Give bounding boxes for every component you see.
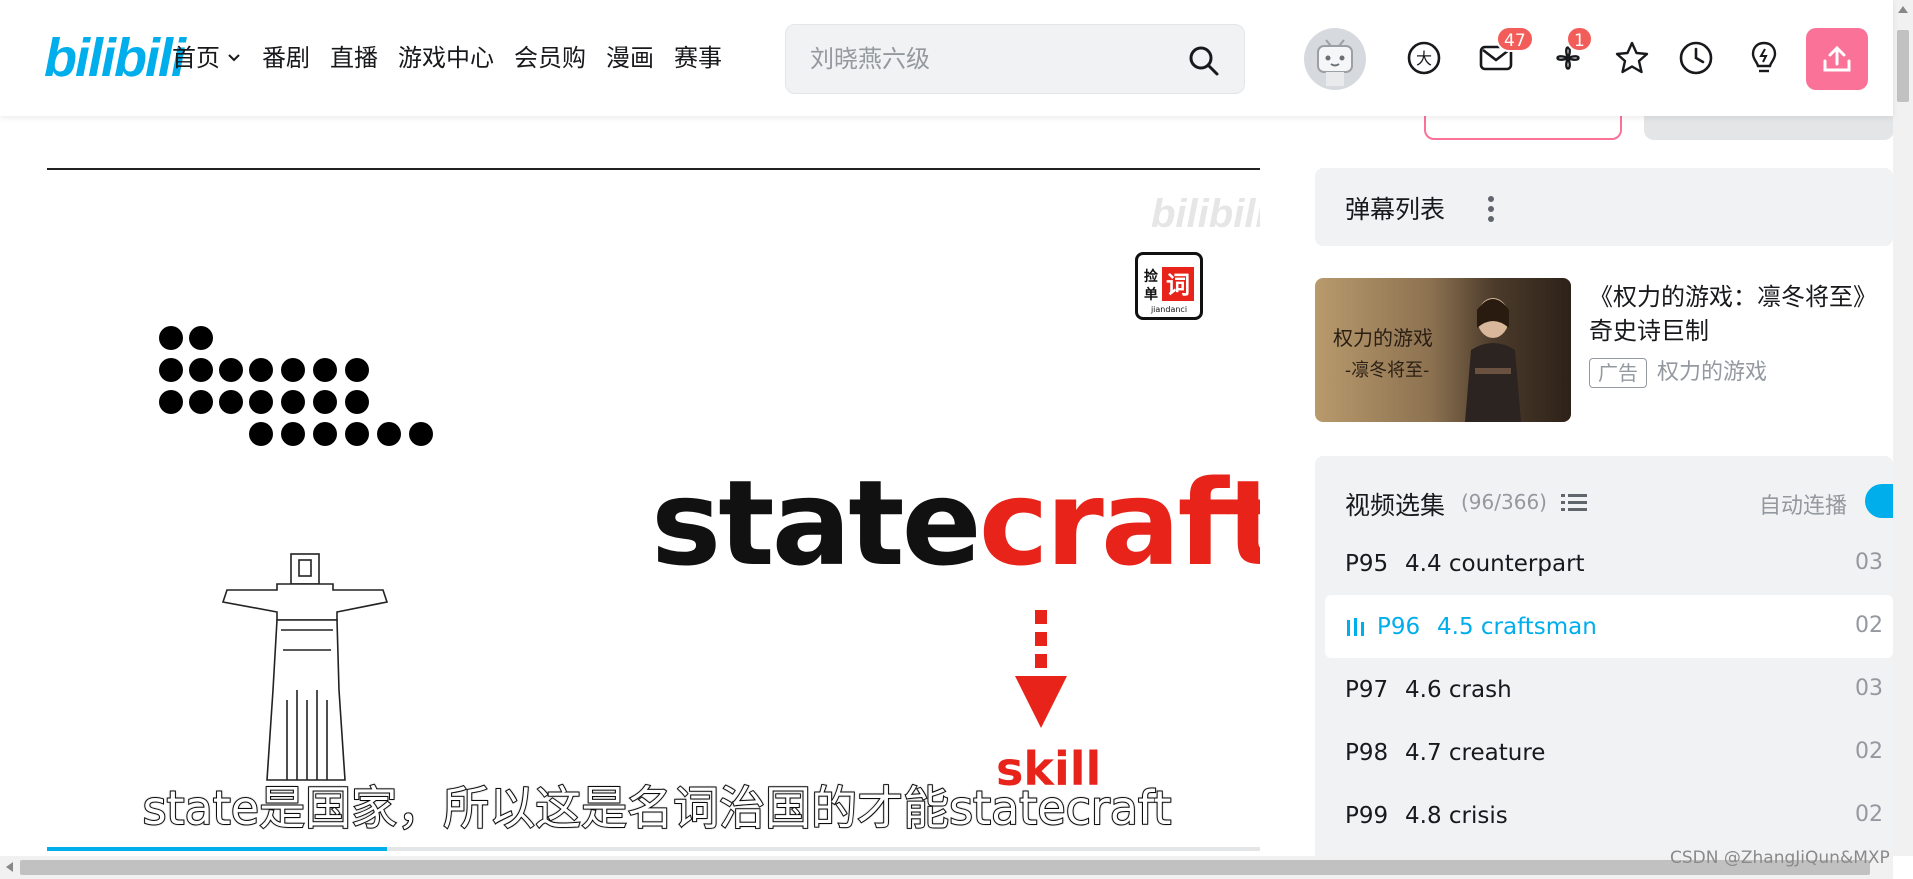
episode-number: P99 bbox=[1345, 802, 1389, 829]
headword-black: state bbox=[651, 454, 982, 592]
page-root: bilibili 首页 番剧 直播 游戏中心 会员购 漫画 赛事 刘晓燕六级 大… bbox=[0, 0, 1913, 879]
more-vertical-icon[interactable] bbox=[1485, 194, 1497, 224]
dynamics-badge: 1 bbox=[1566, 26, 1593, 52]
headword: statecraft bbox=[651, 458, 1260, 588]
nav-esports[interactable]: 赛事 bbox=[674, 40, 722, 76]
bilibili-logo[interactable]: bilibili bbox=[44, 30, 186, 86]
horizontal-scrollbar-thumb[interactable] bbox=[20, 860, 1870, 875]
chevron-down-icon bbox=[228, 54, 240, 62]
down-arrow-icon bbox=[1015, 610, 1067, 728]
search-box bbox=[785, 24, 1245, 94]
episode-list: P95 4.4 counterpart 03 P96 4.5 craftsman… bbox=[1315, 532, 1893, 847]
search-icon[interactable] bbox=[1186, 43, 1222, 79]
episode-duration: 02 bbox=[1855, 802, 1883, 827]
scroll-up-arrow-icon[interactable] bbox=[1898, 6, 1908, 13]
vertical-scrollbar-thumb[interactable] bbox=[1897, 30, 1909, 102]
big-vip-icon[interactable]: 大 bbox=[1404, 38, 1444, 78]
channel-logo-icon: 捡 单 词 jiandanci bbox=[1144, 267, 1194, 314]
ad-thumbnail-subtitle: -凛冬将至- bbox=[1345, 360, 1430, 381]
horizontal-scrollbar[interactable] bbox=[0, 856, 1893, 879]
scroll-left-arrow-icon[interactable] bbox=[6, 862, 13, 872]
episode-title: 4.8 crisis bbox=[1405, 802, 1508, 829]
episode-title: 4.4 counterpart bbox=[1405, 550, 1585, 577]
nav-vip-shop[interactable]: 会员购 bbox=[514, 40, 586, 76]
nav-live[interactable]: 直播 bbox=[330, 40, 378, 76]
video-player[interactable]: bilibili 捡 单 词 jiandanci statecraft skil… bbox=[47, 168, 1260, 851]
episode-title: 4.5 craftsman bbox=[1437, 613, 1597, 640]
csdn-watermark: CSDN @ZhangJiQun&MXP bbox=[1670, 848, 1890, 868]
video-watermark: bilibili bbox=[1151, 192, 1260, 236]
episode-number: P97 bbox=[1345, 676, 1389, 703]
ad-thumbnail-title: 权力的游戏 bbox=[1333, 326, 1433, 350]
episode-count: (96/366) bbox=[1461, 490, 1547, 514]
nav-home-label: 首页 bbox=[172, 44, 220, 72]
ad-title[interactable]: 《权力的游戏：凛冬将至》奇史诗巨制 bbox=[1589, 280, 1889, 348]
svg-text:jiandanci: jiandanci bbox=[1150, 305, 1187, 314]
svg-text:大: 大 bbox=[1416, 49, 1432, 68]
episode-list-title: 视频选集 bbox=[1345, 491, 1446, 520]
tv-mascot-icon bbox=[1317, 39, 1353, 86]
episode-item-p99[interactable]: P99 4.8 crisis 02 bbox=[1315, 784, 1893, 847]
favorite-icon[interactable] bbox=[1612, 38, 1652, 78]
episode-item-p95[interactable]: P95 4.4 counterpart 03 bbox=[1315, 532, 1893, 595]
progress-bar-fill bbox=[47, 847, 387, 851]
nav-manga[interactable]: 漫画 bbox=[606, 40, 654, 76]
ad-thumbnail[interactable]: 权力的游戏 -凛冬将至- bbox=[1315, 278, 1571, 422]
autoplay-toggle[interactable] bbox=[1865, 484, 1893, 518]
channel-logo: 捡 单 词 jiandanci bbox=[1135, 252, 1203, 320]
autoplay-label: 自动连播 bbox=[1759, 494, 1848, 519]
main-nav: 首页 番剧 直播 游戏中心 会员购 漫画 赛事 bbox=[172, 40, 742, 76]
episode-number: P98 bbox=[1345, 739, 1389, 766]
ad-character-figure bbox=[1465, 298, 1521, 422]
nav-game-center[interactable]: 游戏中心 bbox=[398, 40, 494, 76]
svg-text:单: 单 bbox=[1144, 286, 1158, 303]
history-icon[interactable] bbox=[1676, 38, 1716, 78]
episode-number: P95 bbox=[1345, 550, 1389, 577]
video-subtitle: state是国家，所以这是名词治国的才能statecraft bbox=[142, 780, 1173, 836]
upload-icon bbox=[1823, 45, 1851, 72]
svg-text:捡: 捡 bbox=[1144, 268, 1158, 285]
top-header: bilibili 首页 番剧 直播 游戏中心 会员购 漫画 赛事 刘晓燕六级 大… bbox=[0, 0, 1893, 116]
episode-duration: 02 bbox=[1855, 739, 1883, 764]
episode-title: 4.6 crash bbox=[1405, 676, 1512, 703]
episode-duration: 03 bbox=[1855, 676, 1883, 701]
danmaku-list-panel[interactable]: 弹幕列表 bbox=[1315, 168, 1893, 246]
upload-button[interactable] bbox=[1806, 28, 1868, 90]
list-view-icon[interactable] bbox=[1561, 492, 1587, 514]
episode-item-p98[interactable]: P98 4.7 creature 02 bbox=[1315, 721, 1893, 784]
headword-red: craft bbox=[978, 454, 1260, 592]
episode-duration: 02 bbox=[1855, 613, 1883, 638]
progress-bar[interactable] bbox=[47, 847, 1260, 851]
episode-item-p96[interactable]: P96 4.5 craftsman 02 bbox=[1325, 595, 1893, 658]
episode-list-panel: 视频选集 (96/366) 自动连播 P95 4.4 counterpart 0… bbox=[1315, 456, 1893, 876]
nav-home[interactable]: 首页 bbox=[172, 40, 242, 76]
vertical-scrollbar[interactable] bbox=[1893, 0, 1913, 856]
episode-duration: 03 bbox=[1855, 550, 1883, 575]
episode-title: 4.7 creature bbox=[1405, 739, 1546, 766]
danmaku-list-title: 弹幕列表 bbox=[1345, 195, 1446, 224]
episode-item-p97[interactable]: P97 4.6 crash 03 bbox=[1315, 658, 1893, 721]
statue-illustration bbox=[221, 553, 389, 781]
playing-indicator-icon bbox=[1347, 617, 1364, 636]
search-input[interactable] bbox=[810, 39, 1180, 79]
user-avatar[interactable] bbox=[1304, 28, 1366, 90]
ad-card[interactable]: 权力的游戏 -凛冬将至- 《权力的游戏：凛冬将至》奇史诗巨制 广告 权力的游戏 bbox=[1315, 278, 1893, 424]
messages-badge: 47 bbox=[1496, 26, 1534, 52]
ad-source[interactable]: 权力的游戏 bbox=[1657, 358, 1767, 388]
episode-number: P96 bbox=[1377, 613, 1421, 640]
ad-tag: 广告 bbox=[1589, 358, 1647, 388]
creative-icon[interactable] bbox=[1744, 38, 1784, 78]
svg-text:词: 词 bbox=[1166, 271, 1190, 299]
nav-anime[interactable]: 番剧 bbox=[262, 40, 310, 76]
dots-graphic bbox=[159, 326, 433, 446]
